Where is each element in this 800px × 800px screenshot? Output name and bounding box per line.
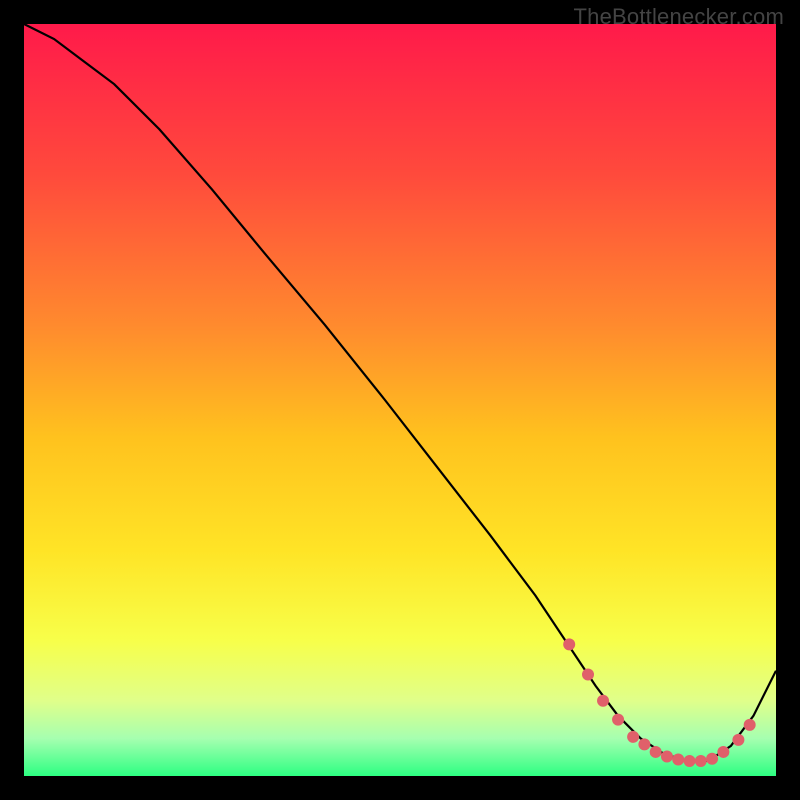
marker-dot (612, 714, 624, 726)
marker-dot (684, 755, 696, 767)
gradient-background (24, 24, 776, 776)
marker-dot (706, 753, 718, 765)
plot-area (24, 24, 776, 776)
marker-dot (650, 746, 662, 758)
watermark-text: TheBottlenecker.com (574, 4, 784, 30)
marker-dot (582, 668, 594, 680)
marker-dot (627, 731, 639, 743)
marker-dot (695, 755, 707, 767)
marker-dot (661, 750, 673, 762)
marker-dot (672, 753, 684, 765)
marker-dot (732, 734, 744, 746)
marker-dot (597, 695, 609, 707)
marker-dot (638, 738, 650, 750)
marker-dot (744, 719, 756, 731)
marker-dot (717, 746, 729, 758)
chart-svg (24, 24, 776, 776)
chart-container: TheBottlenecker.com (0, 0, 800, 800)
marker-dot (563, 638, 575, 650)
